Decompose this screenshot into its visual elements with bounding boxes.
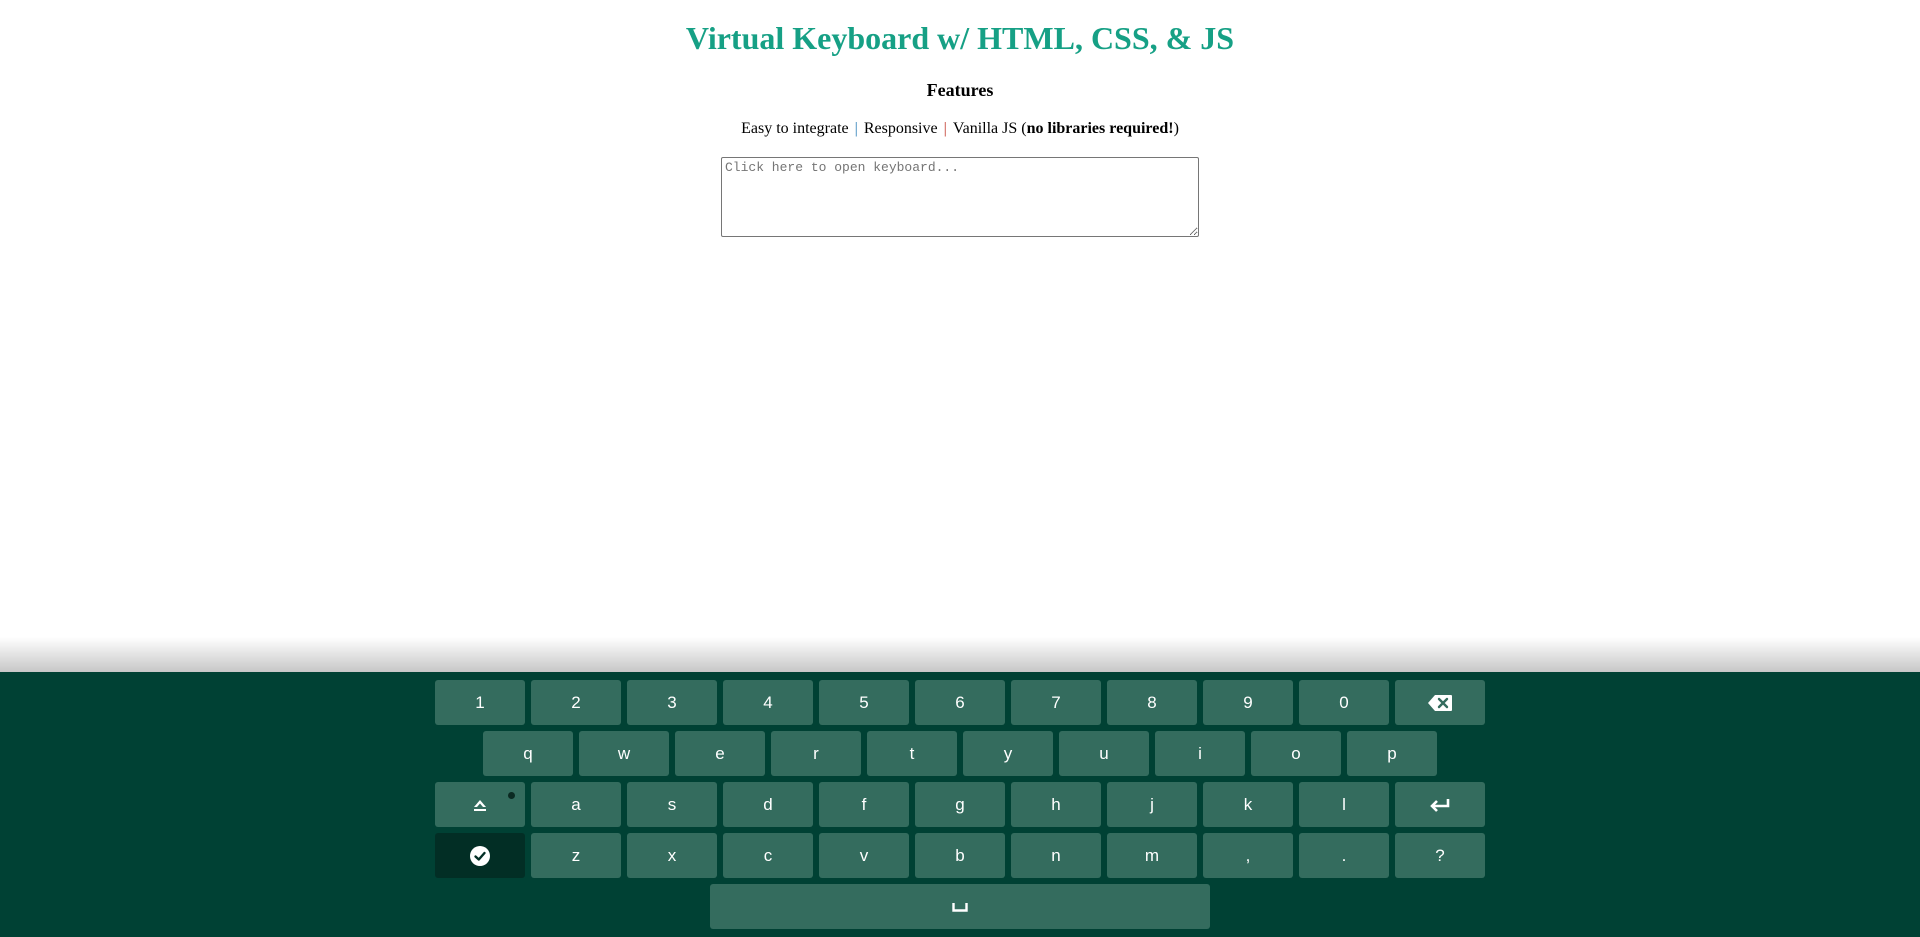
keyboard-row-2: q w e r t y u i o p [0, 731, 1920, 776]
key-l[interactable]: l [1299, 782, 1389, 827]
caps-lock-indicator [508, 792, 515, 799]
enter-icon [1429, 797, 1451, 813]
keyboard-row-3: a s d f g h j k l [0, 782, 1920, 827]
key-f[interactable]: f [819, 782, 909, 827]
feature-vanilla-js-prefix: Vanilla JS ( [952, 120, 1027, 137]
key-q[interactable]: q [483, 731, 573, 776]
caps-lock-icon [472, 797, 488, 813]
key-period[interactable]: . [1299, 833, 1389, 878]
check-circle-icon [469, 845, 491, 867]
features-heading: Features [926, 80, 994, 100]
key-i[interactable]: i [1155, 731, 1245, 776]
key-k[interactable]: k [1203, 782, 1293, 827]
keyboard-row-5 [0, 884, 1920, 929]
keyboard-input-textarea[interactable] [721, 157, 1199, 237]
keyboard-shadow [0, 637, 1920, 672]
key-4[interactable]: 4 [723, 680, 813, 725]
key-a[interactable]: a [531, 782, 621, 827]
key-3[interactable]: 3 [627, 680, 717, 725]
keyboard-row-1: 1 2 3 4 5 6 7 8 9 0 [0, 680, 1920, 725]
key-5[interactable]: 5 [819, 680, 909, 725]
enter-key[interactable] [1395, 782, 1485, 827]
key-h[interactable]: h [1011, 782, 1101, 827]
key-x[interactable]: x [627, 833, 717, 878]
key-r[interactable]: r [771, 731, 861, 776]
key-v[interactable]: v [819, 833, 909, 878]
key-y[interactable]: y [963, 731, 1053, 776]
key-g[interactable]: g [915, 782, 1005, 827]
key-u[interactable]: u [1059, 731, 1149, 776]
key-d[interactable]: d [723, 782, 813, 827]
key-0[interactable]: 0 [1299, 680, 1389, 725]
features-list: Easy to integrate | Responsive | Vanilla JS … [0, 120, 1920, 138]
feature-no-libraries: no libraries required! [1026, 120, 1174, 137]
key-1[interactable]: 1 [435, 680, 525, 725]
key-b[interactable]: b [915, 833, 1005, 878]
caps-lock-key[interactable] [435, 782, 525, 827]
key-p[interactable]: p [1347, 731, 1437, 776]
key-c[interactable]: c [723, 833, 813, 878]
keyboard-row-4: z x c v b n m , . ? [0, 833, 1920, 878]
space-key[interactable] [710, 884, 1210, 929]
space-bar-icon [952, 902, 968, 912]
key-n[interactable]: n [1011, 833, 1101, 878]
page-title: Virtual Keyboard w/ HTML, CSS, & JS [685, 20, 1235, 56]
feature-easy-to-integrate: Easy to integrate [741, 120, 849, 137]
key-question-mark[interactable]: ? [1395, 833, 1485, 878]
key-8[interactable]: 8 [1107, 680, 1197, 725]
key-s[interactable]: s [627, 782, 717, 827]
feature-responsive: Responsive [863, 120, 938, 137]
key-j[interactable]: j [1107, 782, 1197, 827]
feature-separator: | [854, 120, 858, 137]
key-6[interactable]: 6 [915, 680, 1005, 725]
virtual-keyboard: 1 2 3 4 5 6 7 8 9 0 q w e r t y u i o p [0, 672, 1920, 937]
key-o[interactable]: o [1251, 731, 1341, 776]
key-9[interactable]: 9 [1203, 680, 1293, 725]
key-comma[interactable]: , [1203, 833, 1293, 878]
done-key[interactable] [435, 833, 525, 878]
feature-separator: | [943, 120, 947, 137]
backspace-key[interactable] [1395, 680, 1485, 725]
key-m[interactable]: m [1107, 833, 1197, 878]
key-w[interactable]: w [579, 731, 669, 776]
key-e[interactable]: e [675, 731, 765, 776]
feature-vanilla-js-suffix: ) [1173, 120, 1179, 137]
key-7[interactable]: 7 [1011, 680, 1101, 725]
backspace-icon [1427, 694, 1453, 712]
key-z[interactable]: z [531, 833, 621, 878]
key-t[interactable]: t [867, 731, 957, 776]
key-2[interactable]: 2 [531, 680, 621, 725]
